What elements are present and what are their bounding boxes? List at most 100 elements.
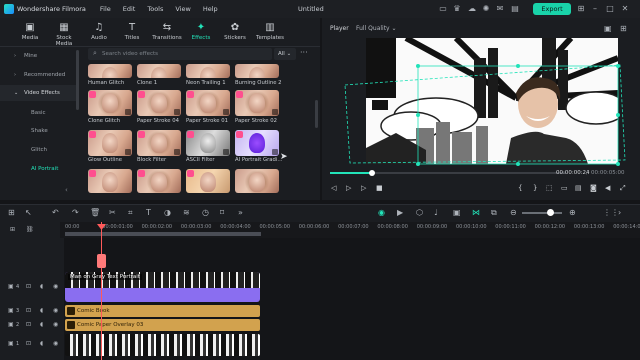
eye-icon[interactable]: ◉: [53, 340, 58, 347]
grid-view-icon[interactable]: ⋮⋮: [603, 208, 619, 217]
player-tab[interactable]: Player: [330, 25, 349, 32]
background-video-clip[interactable]: [65, 334, 260, 356]
category-recommended[interactable]: › Recommended: [0, 67, 78, 83]
effect-thumbnail[interactable]: [137, 169, 181, 193]
menu-view[interactable]: View: [175, 5, 190, 13]
effect-thumbnail[interactable]: [186, 90, 230, 116]
minimize-icon[interactable]: –: [590, 4, 600, 14]
effect-thumbnail[interactable]: [88, 64, 132, 78]
fullscreen-icon[interactable]: ⬚: [546, 184, 553, 192]
subcategory-basic[interactable]: Basic: [31, 110, 46, 116]
chevron-down-icon[interactable]: ›: [618, 208, 621, 217]
mark-in-icon[interactable]: {: [518, 184, 522, 192]
tab-transitions[interactable]: ⇆ Transitions: [151, 22, 183, 41]
menu-edit[interactable]: Edit: [123, 5, 136, 13]
quality-display-icon[interactable]: ▭: [561, 184, 568, 192]
crown-icon[interactable]: ♛: [452, 4, 462, 14]
transform-box[interactable]: [340, 60, 630, 170]
subcategory-glitch[interactable]: Glitch: [31, 147, 47, 153]
mark-out-icon[interactable]: }: [533, 184, 537, 192]
zoom-slider[interactable]: [522, 212, 562, 214]
video-clip[interactable]: Man on Gray Text Portrait: [65, 272, 260, 302]
tab-effects[interactable]: ✦ Effects: [186, 22, 216, 41]
lock-icon[interactable]: ⊡: [26, 307, 31, 314]
select-tool-icon[interactable]: ↖: [25, 208, 32, 217]
effect-thumbnail[interactable]: [235, 130, 279, 156]
effect-thumbnail[interactable]: [235, 169, 279, 193]
eye-icon[interactable]: ◉: [53, 321, 58, 328]
more-options-icon[interactable]: ···: [300, 48, 312, 60]
volume-icon[interactable]: ◀: [605, 184, 610, 192]
marker-icon[interactable]: ⬡: [416, 208, 423, 217]
effect-thumbnail[interactable]: [186, 169, 230, 193]
undo-icon[interactable]: ↶: [52, 208, 59, 217]
category-video-effects[interactable]: ⌄ Video Effects: [0, 85, 78, 101]
effect-thumbnail[interactable]: [235, 90, 279, 116]
delete-icon[interactable]: 🗑: [90, 208, 100, 217]
mute-icon[interactable]: ◖: [40, 283, 43, 290]
category-scrollbar[interactable]: [76, 50, 79, 110]
export-button[interactable]: Export: [533, 3, 571, 15]
audio-wave-icon[interactable]: ≋: [183, 208, 190, 217]
effects-scrollbar[interactable]: [315, 100, 318, 128]
effect-thumbnail[interactable]: [88, 130, 132, 156]
speed-icon[interactable]: ◷: [202, 208, 209, 217]
expand-icon[interactable]: ⤢: [620, 184, 626, 193]
monitor-icon[interactable]: ▭: [438, 4, 448, 14]
tab-titles[interactable]: T Titles: [117, 22, 147, 41]
microphone-icon[interactable]: ♩: [434, 208, 438, 217]
stop-icon[interactable]: ■: [376, 184, 383, 192]
more-tools-icon[interactable]: »: [238, 208, 243, 217]
bulb-icon[interactable]: ✺: [481, 4, 491, 14]
panel-layout-icon[interactable]: ⊞: [620, 24, 627, 33]
tab-stickers[interactable]: ✿ Stickers: [220, 22, 250, 41]
playhead-line[interactable]: [101, 222, 102, 360]
menu-file[interactable]: File: [100, 5, 111, 13]
snap-icon[interactable]: ⋈: [472, 208, 480, 217]
add-track-icon[interactable]: ⊞: [10, 226, 15, 233]
playhead-marker[interactable]: [97, 254, 106, 268]
redo-icon[interactable]: ↷: [72, 208, 79, 217]
lock-icon[interactable]: ⊡: [26, 283, 31, 290]
render-preview-icon[interactable]: ▶: [397, 208, 403, 217]
mute-icon[interactable]: ◖: [40, 307, 43, 314]
menu-help[interactable]: Help: [203, 5, 218, 13]
category-mine[interactable]: › Mine: [0, 48, 78, 64]
effect-clip[interactable]: Comic Book: [65, 305, 260, 317]
filter-dropdown[interactable]: All ⌄: [274, 48, 296, 60]
apps-icon[interactable]: ⊞: [576, 4, 586, 14]
zoom-slider-knob[interactable]: [547, 209, 554, 216]
split-icon[interactable]: ✂: [109, 208, 116, 217]
menu-tools[interactable]: Tools: [147, 5, 163, 13]
subcategory-shake[interactable]: Shake: [31, 128, 48, 134]
mute-icon[interactable]: ◖: [40, 321, 43, 328]
close-icon[interactable]: ✕: [620, 4, 630, 14]
auto-highlight-icon[interactable]: ◉: [378, 208, 385, 217]
effect-thumbnail[interactable]: [186, 64, 230, 78]
effect-thumbnail[interactable]: [235, 64, 279, 78]
search-input[interactable]: ⌕ Search video effects: [88, 48, 272, 60]
work-area-range[interactable]: [65, 232, 261, 236]
tab-stock-media[interactable]: ▦ Stock Media: [48, 22, 80, 47]
quality-dropdown[interactable]: Full Quality ⌄: [356, 25, 397, 32]
effect-thumbnail[interactable]: [137, 90, 181, 116]
effect-clip[interactable]: Comic Paper Overlay 03: [65, 319, 260, 331]
text-icon[interactable]: T: [146, 208, 151, 217]
cloud-icon[interactable]: ☁: [467, 4, 477, 14]
zoom-in-icon[interactable]: ⊕: [569, 208, 576, 217]
progress-knob[interactable]: [369, 170, 375, 176]
lock-icon[interactable]: ⊡: [26, 321, 31, 328]
effect-thumbnail[interactable]: [88, 90, 132, 116]
zoom-out-icon[interactable]: ⊖: [510, 208, 517, 217]
render-icon[interactable]: ▤: [575, 184, 582, 192]
snapshot-icon[interactable]: ▣: [604, 24, 612, 33]
tab-templates[interactable]: ▥ Templates: [254, 22, 286, 41]
play-pause-icon[interactable]: ▷: [346, 184, 351, 192]
eye-icon[interactable]: ◉: [53, 283, 58, 290]
maximize-icon[interactable]: □: [605, 4, 615, 14]
collapse-panel-icon[interactable]: ‹: [65, 186, 68, 194]
lock-icon[interactable]: ⊡: [26, 340, 31, 347]
subcategory-ai-portrait[interactable]: AI Portrait: [31, 166, 58, 172]
gift-icon[interactable]: ✉: [495, 4, 505, 14]
previous-frame-icon[interactable]: ◁: [331, 184, 336, 192]
